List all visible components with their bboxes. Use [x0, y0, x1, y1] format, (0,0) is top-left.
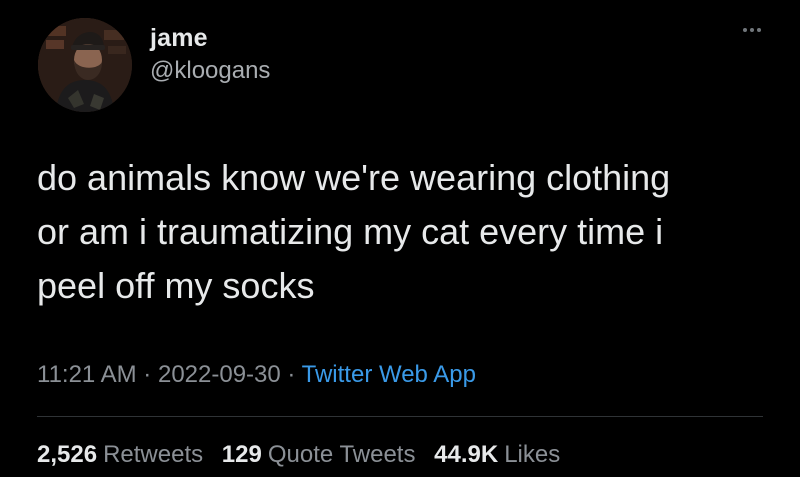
quote-tweets-count: 129	[221, 441, 262, 468]
display-name[interactable]: jame	[150, 24, 208, 53]
retweets-stat[interactable]: 2,526 Retweets	[37, 441, 203, 469]
quote-tweets-stat[interactable]: 129 Quote Tweets	[222, 441, 416, 469]
meta-separator: ·	[287, 361, 296, 388]
likes-stat[interactable]: 44.9K Likes	[434, 441, 560, 469]
tweet-card: jame @kloogans do animals know we're wea…	[0, 0, 800, 477]
meta-separator: ·	[143, 361, 152, 388]
tweet-text-line: peel off my socks	[37, 265, 315, 306]
more-horizontal-icon-dot	[757, 28, 761, 32]
likes-count: 44.9K	[434, 441, 499, 468]
tweet-time[interactable]: 11:21 AM	[37, 361, 137, 388]
tweet-metadata: 11:21 AM · 2022-09-30 · Twitter Web App	[37, 361, 476, 389]
tweet-text: do animals know we're wearing clothing o…	[37, 151, 777, 313]
more-options-button[interactable]	[735, 18, 769, 42]
tweet-source-link[interactable]: Twitter Web App	[302, 361, 476, 388]
quote-tweets-label: Quote Tweets	[267, 441, 416, 468]
likes-label: Likes	[504, 441, 561, 468]
more-horizontal-icon-dot	[750, 28, 754, 32]
tweet-text-line: do animals know we're wearing clothing	[37, 157, 671, 198]
tweet-stats: 2,526 Retweets 129 Quote Tweets 44.9K Likes	[37, 441, 572, 469]
avatar[interactable]	[38, 18, 132, 112]
more-horizontal-icon	[743, 28, 747, 32]
divider	[37, 416, 763, 417]
user-handle[interactable]: @kloogans	[150, 57, 270, 85]
retweets-count: 2,526	[37, 441, 98, 468]
avatar-image	[38, 18, 132, 112]
tweet-date[interactable]: 2022-09-30	[158, 361, 281, 388]
tweet-text-line: or am i traumatizing my cat every time i	[37, 211, 664, 252]
retweets-label: Retweets	[103, 441, 204, 468]
